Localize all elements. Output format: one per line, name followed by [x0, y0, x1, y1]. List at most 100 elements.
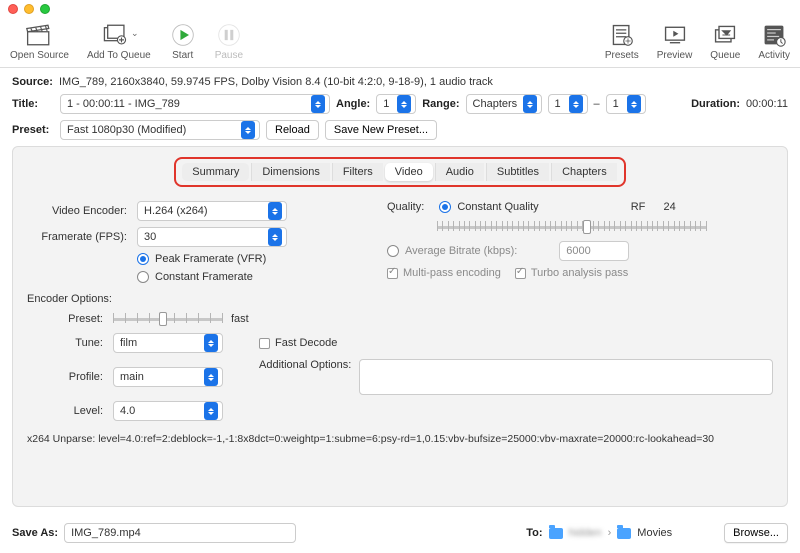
enc-preset-slider[interactable]	[113, 311, 223, 327]
angle-select[interactable]: 1	[376, 94, 416, 114]
save-as-field[interactable]: IMG_789.mp4	[64, 523, 296, 543]
hidden-path: hidden	[569, 527, 602, 539]
start-button[interactable]: Start	[169, 22, 197, 61]
constant-quality-radio[interactable]	[439, 201, 451, 213]
average-bitrate-field[interactable]: 6000	[559, 241, 629, 261]
enc-profile-label: Profile:	[27, 371, 107, 383]
constant-framerate-radio[interactable]	[137, 271, 149, 283]
range-to-select[interactable]: 1	[606, 94, 646, 114]
traffic-minimize[interactable]	[24, 4, 34, 14]
activity-icon	[760, 22, 788, 48]
tab-filters[interactable]: Filters	[332, 163, 383, 181]
video-encoder-select[interactable]: H.264 (x264)	[137, 201, 287, 221]
title-select[interactable]: 1 - 00:00:11 - IMG_789	[60, 94, 330, 114]
turbo-checkbox	[515, 268, 526, 279]
tab-subtitles[interactable]: Subtitles	[486, 163, 549, 181]
constant-quality-label: Constant Quality	[457, 201, 538, 213]
framerate-select[interactable]: 30	[137, 227, 287, 247]
traffic-zoom[interactable]	[40, 4, 50, 14]
range-sep: –	[594, 98, 600, 110]
enc-tune-label: Tune:	[27, 337, 107, 349]
folder-icon	[549, 528, 563, 539]
add-to-queue-label: Add To Queue	[87, 50, 151, 61]
enc-level-select[interactable]: 4.0	[113, 401, 223, 421]
fast-decode-checkbox[interactable]	[259, 338, 270, 349]
preview-button[interactable]: Preview	[657, 22, 693, 61]
tab-highlight-box: Summary Dimensions Filters Video Audio S…	[174, 157, 625, 187]
additional-options-field[interactable]	[359, 359, 773, 395]
queue-add-icon	[101, 22, 129, 48]
tab-chapters[interactable]: Chapters	[551, 163, 617, 181]
encoder-options-label: Encoder Options:	[27, 293, 773, 305]
activity-button[interactable]: Activity	[758, 22, 790, 61]
folder-icon	[617, 528, 631, 539]
save-preset-button[interactable]: Save New Preset...	[325, 120, 437, 140]
destination-folder: Movies	[637, 527, 672, 539]
rf-label: RF	[631, 201, 646, 213]
queue-label: Queue	[710, 50, 740, 61]
multipass-checkbox	[387, 268, 398, 279]
preset-select[interactable]: Fast 1080p30 (Modified)	[60, 120, 260, 140]
preview-label: Preview	[657, 50, 693, 61]
traffic-close[interactable]	[8, 4, 18, 14]
source-text: IMG_789, 2160x3840, 59.9745 FPS, Dolby V…	[59, 76, 493, 88]
multipass-label: Multi-pass encoding	[403, 267, 501, 279]
presets-icon	[608, 22, 636, 48]
to-label: To:	[526, 527, 542, 539]
title-label: Title:	[12, 98, 54, 110]
enc-tune-select[interactable]: film	[113, 333, 223, 353]
additional-options-label: Additional Options:	[259, 359, 351, 371]
save-bar: Save As: IMG_789.mp4 To: hidden › Movies…	[0, 515, 800, 553]
average-bitrate-label: Average Bitrate (kbps):	[405, 245, 517, 257]
enc-level-label: Level:	[27, 405, 107, 417]
enc-profile-select[interactable]: main	[113, 367, 223, 387]
pause-icon	[215, 22, 243, 48]
start-label: Start	[172, 50, 193, 61]
chevron-down-icon: ⌄	[131, 28, 139, 39]
enc-preset-value: fast	[231, 313, 249, 325]
peak-framerate-radio[interactable]	[137, 253, 149, 265]
queue-icon	[711, 22, 739, 48]
preview-icon	[661, 22, 689, 48]
open-source-label: Open Source	[10, 50, 69, 61]
framerate-label: Framerate (FPS):	[27, 231, 131, 243]
angle-label: Angle:	[336, 98, 370, 110]
main-toolbar: Open Source ⌄ Add To Queue Start Pause	[0, 18, 800, 68]
duration-label: Duration:	[691, 98, 740, 110]
tab-audio[interactable]: Audio	[435, 163, 484, 181]
range-mode-select[interactable]: Chapters	[466, 94, 542, 114]
presets-label: Presets	[605, 50, 639, 61]
rf-value: 24	[663, 201, 675, 213]
video-encoder-label: Video Encoder:	[27, 205, 131, 217]
tab-summary[interactable]: Summary	[182, 163, 249, 181]
range-label: Range:	[422, 98, 459, 110]
breadcrumb-arrow: ›	[608, 527, 612, 539]
window-titlebar	[0, 0, 800, 18]
average-bitrate-radio[interactable]	[387, 245, 399, 257]
presets-button[interactable]: Presets	[605, 22, 639, 61]
browse-button[interactable]: Browse...	[724, 523, 788, 543]
pause-button: Pause	[215, 22, 243, 61]
turbo-label: Turbo analysis pass	[531, 267, 628, 279]
reload-button[interactable]: Reload	[266, 120, 319, 140]
activity-label: Activity	[758, 50, 790, 61]
x264-unparse-text: x264 Unparse: level=4.0:ref=2:deblock=-1…	[27, 433, 773, 445]
preset-row: Preset: Fast 1080p30 (Modified) Reload S…	[12, 120, 788, 140]
open-source-button[interactable]: Open Source	[10, 22, 69, 61]
add-to-queue-button[interactable]: ⌄ Add To Queue	[87, 22, 151, 61]
save-as-label: Save As:	[12, 527, 58, 539]
duration-value: 00:00:11	[746, 98, 788, 110]
fast-decode-label: Fast Decode	[275, 337, 337, 349]
tab-bar: Summary Dimensions Filters Video Audio S…	[27, 157, 773, 187]
rf-slider[interactable]	[437, 219, 707, 235]
range-from-select[interactable]: 1	[548, 94, 588, 114]
tab-video[interactable]: Video	[385, 163, 433, 181]
tab-dimensions[interactable]: Dimensions	[251, 163, 329, 181]
source-row: Source: IMG_789, 2160x3840, 59.9745 FPS,…	[12, 76, 788, 88]
play-icon	[169, 22, 197, 48]
clapperboard-icon	[25, 22, 53, 48]
source-label: Source:	[12, 76, 53, 88]
constant-framerate-label: Constant Framerate	[155, 271, 253, 283]
pause-label: Pause	[215, 50, 243, 61]
queue-button[interactable]: Queue	[710, 22, 740, 61]
